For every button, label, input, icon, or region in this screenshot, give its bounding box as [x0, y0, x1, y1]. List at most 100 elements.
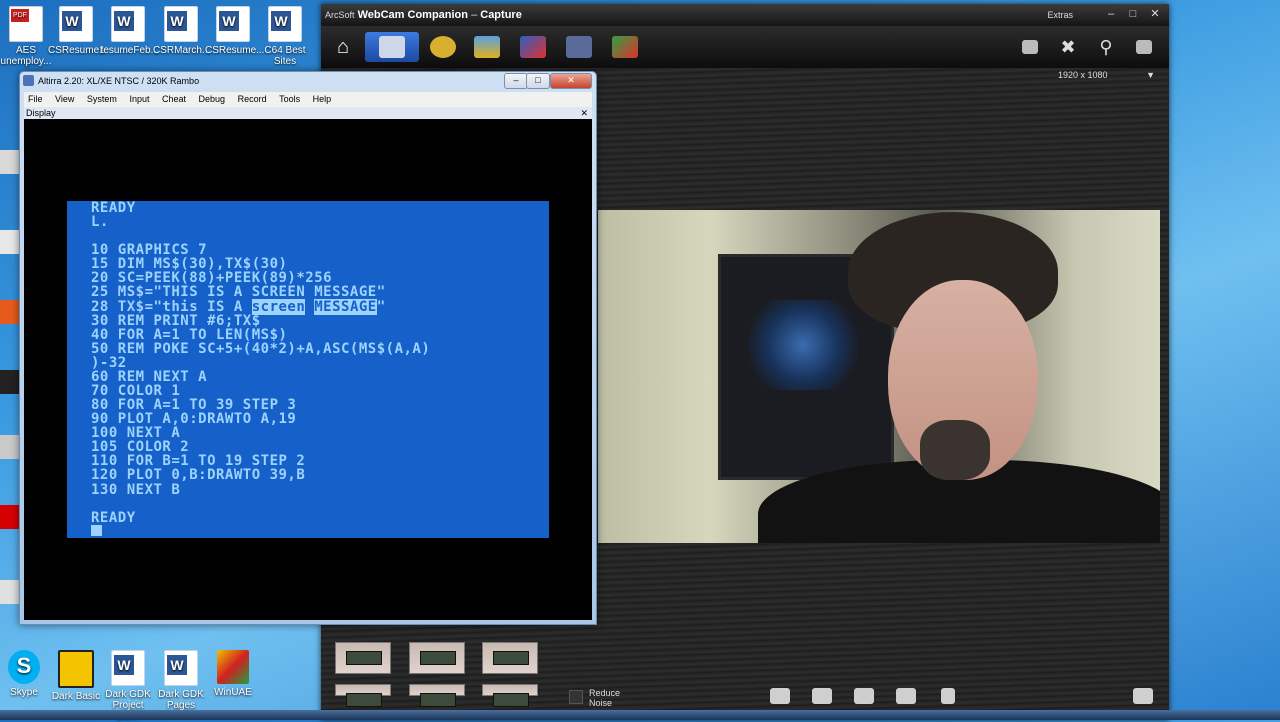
close-icon[interactable]: ✕ — [1145, 6, 1165, 22]
word-document-icon — [111, 650, 145, 686]
menu-record[interactable]: Record — [234, 94, 273, 104]
desktop-icon-label: CSResume1 — [48, 45, 105, 56]
checkbox-icon — [569, 690, 583, 704]
home-icon[interactable]: ⌂ — [323, 32, 363, 62]
webcam-video-feed — [598, 210, 1160, 543]
menu-view[interactable]: View — [51, 94, 80, 104]
desktop-icon-label: CSRMarch... — [153, 45, 211, 56]
face-tracking-icon[interactable] — [932, 682, 964, 710]
desktop-icon-darkgdk-pages[interactable]: Dark GDK Pages — [153, 650, 209, 711]
reduce-noise-label: Reduce Noise — [589, 688, 621, 708]
pane-title: Display — [26, 108, 56, 118]
word-document-icon — [59, 6, 93, 42]
title-separator: – — [471, 9, 478, 21]
altirra-menu-bar: File View System Input Cheat Debug Recor… — [24, 92, 592, 107]
extras-button[interactable]: Extras — [1047, 4, 1073, 26]
partial-desktop-icon[interactable] — [0, 150, 20, 174]
maximize-icon[interactable]: □ — [526, 73, 550, 89]
maximize-icon[interactable]: □ — [1123, 6, 1143, 22]
desktop-icon-label: C64 Best Sites — [264, 45, 306, 67]
partial-desktop-icon[interactable] — [0, 300, 20, 324]
minimize-icon[interactable]: – — [504, 73, 528, 89]
person-beard — [920, 420, 990, 480]
screen-line: 50 REM POKE SC+5+(40*2)+A,ASC(MS$(A,A) — [91, 340, 431, 357]
menu-debug[interactable]: Debug — [195, 94, 232, 104]
partial-desktop-icon[interactable] — [0, 370, 20, 394]
thumbnail[interactable] — [409, 642, 465, 674]
taskbar[interactable] — [0, 710, 1280, 720]
mode-title: Capture — [480, 9, 522, 21]
desktop-icon-csresume[interactable]: CSResume... — [205, 6, 265, 56]
altirra-app-icon — [23, 75, 34, 86]
partial-desktop-icon[interactable] — [0, 580, 20, 604]
thumbnail[interactable] — [482, 642, 538, 674]
altirra-title: Altirra 2.20: XL/XE NTSC / 320K Rambo — [38, 76, 200, 86]
chevron-down-icon: ▼ — [1146, 70, 1155, 80]
resolution-dropdown[interactable]: 1920 x 1080 ▼ — [1058, 70, 1155, 80]
snapshot-icon[interactable] — [764, 682, 796, 710]
partial-desktop-icon[interactable] — [0, 230, 20, 254]
webcam-title-bar[interactable]: ArcSoft WebCam Companion – Capture Extra… — [321, 4, 1169, 26]
resolution-value: 1920 x 1080 — [1058, 70, 1108, 80]
menu-system[interactable]: System — [83, 94, 123, 104]
video-surveillance-icon[interactable] — [559, 32, 599, 62]
fun-frames-icon[interactable] — [423, 32, 463, 62]
media-manager-icon[interactable] — [1127, 682, 1159, 710]
word-document-icon — [164, 650, 198, 686]
basic-listing: READY L. 10 GRAPHICS 7 15 DIM MS$(30),TX… — [91, 201, 430, 525]
menu-cheat[interactable]: Cheat — [158, 94, 192, 104]
capture-icon[interactable] — [365, 32, 419, 62]
monitor-glow — [748, 300, 858, 390]
word-document-icon — [111, 6, 145, 42]
menu-help[interactable]: Help — [309, 94, 338, 104]
altirra-title-bar[interactable]: Altirra 2.20: XL/XE NTSC / 320K Rambo – … — [20, 72, 596, 90]
desktop-icon-winuae[interactable]: WinUAE — [205, 650, 261, 698]
thumbnail[interactable] — [335, 642, 391, 674]
desktop-icon-resumefeb[interactable]: resumeFeb... — [100, 6, 159, 56]
app-title: WebCam Companion — [357, 9, 468, 21]
emulator-display[interactable]: READY L. 10 GRAPHICS 7 15 DIM MS$(30),TX… — [24, 119, 592, 620]
partial-desktop-icon[interactable] — [0, 505, 20, 529]
menu-tools[interactable]: Tools — [275, 94, 306, 104]
desktop-icon-label: resumeFeb... — [100, 45, 159, 56]
webcam-toolbar: ⌂ ✖ ⚲ — [321, 26, 1169, 68]
menu-input[interactable]: Input — [125, 94, 155, 104]
screen-line: L. — [91, 214, 109, 231]
desktop-icon-label: Dark GDK Pages — [158, 689, 204, 711]
reduce-noise-toggle[interactable]: Reduce Noise — [569, 688, 629, 708]
text-cursor — [91, 525, 102, 536]
close-icon[interactable]: ✕ — [550, 73, 592, 89]
close-pane-icon[interactable]: ✕ — [580, 107, 588, 119]
pdf-file-icon — [9, 6, 43, 42]
word-document-icon — [268, 6, 302, 42]
minimize-icon[interactable]: – — [1101, 6, 1121, 22]
desktop-icon-csrmarch[interactable]: CSRMarch... — [153, 6, 211, 56]
effects-tool-icon[interactable] — [848, 682, 880, 710]
desktop-icon-label: Skype — [10, 687, 38, 698]
desktop-icon-label: WinUAE — [214, 687, 252, 698]
photo-editor-icon[interactable] — [467, 32, 507, 62]
inverse-text: MESSAGE — [314, 298, 377, 315]
display-pane-header: Display ✕ — [24, 107, 592, 119]
screen-line: READY — [91, 509, 136, 526]
desktop-icon-skype[interactable]: S Skype — [0, 650, 52, 698]
atari-screen[interactable]: READY L. 10 GRAPHICS 7 15 DIM MS$(30),TX… — [67, 201, 549, 538]
screen-line: 130 NEXT B — [91, 481, 181, 498]
word-document-icon — [216, 6, 250, 42]
desktop-icon-darkbasic[interactable]: Dark Basic — [48, 650, 104, 702]
frame-icon[interactable] — [806, 682, 838, 710]
effects-icon[interactable] — [605, 32, 645, 62]
layout-icon[interactable] — [1013, 32, 1047, 62]
desktop-icon-c64[interactable]: C64 Best Sites — [257, 6, 313, 67]
screen-line: " — [376, 298, 386, 315]
desktop-icon-csresume1[interactable]: CSResume1 — [48, 6, 105, 56]
zoom-icon[interactable]: ⚲ — [1089, 32, 1123, 62]
partial-desktop-icon[interactable] — [0, 435, 20, 459]
desktop-icon-aes[interactable]: AES unemploy... — [0, 6, 54, 67]
record-icon[interactable] — [890, 682, 922, 710]
video-editor-icon[interactable] — [513, 32, 553, 62]
export-icon[interactable] — [1127, 32, 1161, 62]
desktop-icon-label: CSResume... — [205, 45, 265, 56]
settings-icon[interactable]: ✖ — [1051, 32, 1085, 62]
menu-file[interactable]: File — [24, 94, 49, 104]
